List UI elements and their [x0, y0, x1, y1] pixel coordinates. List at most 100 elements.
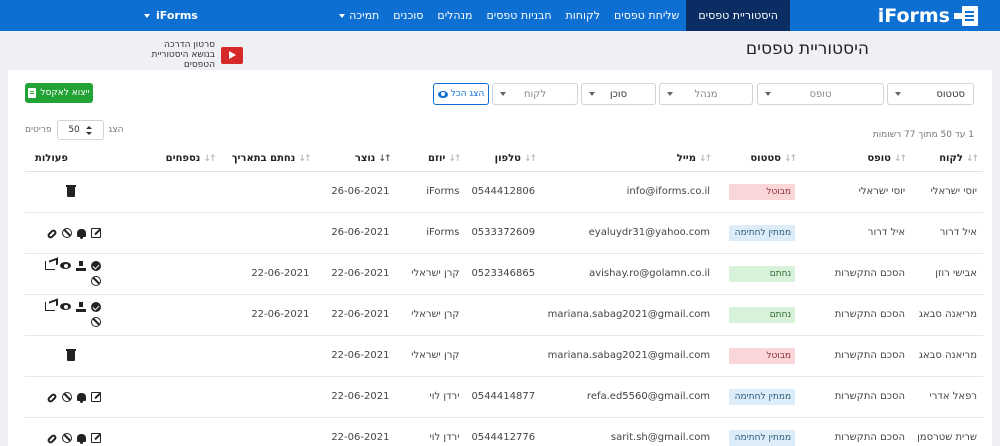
cancel-icon[interactable] — [62, 432, 72, 443]
col-signed-date[interactable]: ↑↓נחתם בתאריך — [220, 146, 316, 172]
manager-filter[interactable]: מנהל — [659, 83, 753, 105]
col-initiator[interactable]: ↑↓יוזם — [395, 146, 466, 172]
check-circle-icon[interactable] — [91, 302, 101, 312]
show-all-button[interactable]: הצג הכל — [433, 83, 489, 105]
view-icon[interactable] — [60, 262, 71, 269]
table-row: יוסי ישראלי יוסי ישראלי מבוטל info@iforms.c… — [25, 170, 983, 212]
agent-filter[interactable]: סוכן — [581, 83, 656, 105]
cell-status: נחתם — [716, 293, 802, 335]
delete-icon[interactable] — [66, 348, 76, 361]
cell-client: שרית שטרסמן — [911, 416, 983, 446]
status-badge: מבוטל — [729, 183, 796, 200]
edit-icon[interactable] — [91, 432, 101, 443]
col-status[interactable]: ↑↓סטטוס — [716, 146, 802, 172]
cell-client: מריאנה סבאג — [911, 334, 983, 376]
sort-icon: ↑↓ — [298, 153, 311, 164]
brand[interactable]: iForms — [790, 0, 1000, 31]
export-excel-button[interactable]: ייצוא לאקסל — [25, 83, 93, 103]
cell-signed-date — [220, 170, 316, 212]
table-header-row: ↑↓לקוח ↑↓טופס ↑↓סטטוס ↑↓מייל ↑↓טלפון ↑↓י… — [25, 146, 983, 172]
cell-phone: 0544412776 — [465, 416, 542, 446]
share-icon[interactable] — [45, 302, 55, 311]
history-table: ↑↓לקוח ↑↓טופס ↑↓סטטוס ↑↓מייל ↑↓טלפון ↑↓י… — [25, 146, 983, 446]
nav-item-send-forms[interactable]: שליחת טפסים — [607, 0, 686, 31]
status-badge: נחתם — [729, 306, 796, 323]
cell-status: נחתם — [716, 252, 802, 294]
reminder-bell-icon[interactable] — [77, 434, 86, 445]
cell-attachments — [150, 334, 221, 376]
cell-email: mariana.sabag2021@gmail.com — [541, 334, 717, 376]
chevron-down-icon — [589, 92, 595, 96]
nav-item-managers[interactable]: מנהלים — [430, 0, 479, 31]
page-title: היסטוריית טפסים — [745, 39, 869, 59]
view-icon[interactable] — [60, 303, 71, 310]
cell-initiator: iForms — [395, 170, 466, 212]
cell-email: info@iforms.co.il — [541, 170, 717, 212]
page-size-value: 50 — [68, 125, 80, 135]
link-icon[interactable] — [46, 227, 58, 240]
sort-icon: ↑↓ — [203, 153, 216, 164]
check-circle-icon[interactable] — [91, 261, 101, 271]
table-row: מריאנה סבאג הסכם התקשרות נחתם mariana.sabag… — [25, 293, 983, 335]
cancel-icon[interactable] — [62, 391, 72, 402]
download-icon[interactable] — [76, 302, 86, 312]
download-icon[interactable] — [76, 261, 86, 271]
link-icon[interactable] — [46, 391, 58, 404]
status-filter[interactable]: סטטוס — [887, 83, 974, 105]
cell-signed-date — [220, 416, 316, 446]
cell-initiator: ירדן לוי — [395, 416, 466, 446]
cell-form: הסכם התקשרות — [801, 252, 912, 294]
tutorial-video-link[interactable]: סרטון הדרכה בנושא היסטוריית הטפסים — [140, 40, 243, 70]
youtube-play-icon — [221, 46, 243, 64]
cell-client: יוסי ישראלי — [911, 170, 983, 212]
export-excel-label: ייצוא לאקסל — [40, 88, 90, 98]
chevron-down-icon — [765, 92, 771, 96]
chevron-down-icon — [339, 13, 346, 18]
edit-icon[interactable] — [91, 391, 101, 402]
cell-attachments — [150, 252, 221, 294]
delete-icon[interactable] — [66, 184, 76, 197]
cell-email: eyaluydr31@yahoo.com — [541, 211, 717, 253]
nav-item-clients[interactable]: לקוחות — [559, 0, 607, 31]
form-filter[interactable]: טופס — [757, 83, 884, 105]
col-client[interactable]: ↑↓לקוח — [911, 146, 983, 172]
status-filter-label: סטטוס — [936, 88, 965, 100]
cell-initiator: ירדן לוי — [395, 375, 466, 417]
nav-item-support[interactable]: תמיכה — [332, 0, 386, 31]
cell-attachments — [150, 211, 221, 253]
nav-item-agents[interactable]: סוכנים — [386, 0, 430, 31]
table-row: שרית שטרסמן הסכם התקשרות ממתין לחתימה sarit… — [25, 416, 983, 446]
link-icon[interactable] — [46, 433, 58, 445]
share-icon[interactable] — [45, 261, 55, 270]
tutorial-text: סרטון הדרכה בנושא היסטוריית הטפסים — [151, 40, 215, 70]
show-all-label: הצג הכל — [450, 89, 485, 99]
page-size-select[interactable]: 50 — [56, 120, 104, 140]
col-phone[interactable]: ↑↓טלפון — [465, 146, 542, 172]
table-row: רפאל אדרי הסכם התקשרות ממתין לחתימה refa.ed… — [25, 375, 983, 417]
col-email[interactable]: ↑↓מייל — [541, 146, 717, 172]
reminder-bell-icon[interactable] — [77, 393, 86, 403]
cell-client: רפאל אדרי — [911, 375, 983, 417]
brand-name: iForms — [877, 4, 950, 27]
cancel-icon[interactable] — [91, 276, 101, 286]
cell-signed-date: 22-06-2021 — [220, 252, 316, 294]
cancel-icon[interactable] — [91, 317, 101, 327]
client-filter[interactable]: לקוח — [492, 83, 578, 105]
chevron-down-icon — [895, 92, 901, 96]
nav-support-label: תמיכה — [349, 9, 380, 22]
col-form[interactable]: ↑↓טופס — [801, 146, 912, 172]
account-menu[interactable]: iForms — [0, 0, 198, 31]
nav-item-form-history[interactable]: היסטוריית טפסים — [686, 0, 790, 31]
cancel-icon[interactable] — [62, 227, 72, 238]
cell-phone: 0533372609 — [465, 211, 542, 253]
col-created[interactable]: ↑↓נוצר — [315, 146, 396, 172]
nav-item-form-templates[interactable]: חבניות טפסים — [479, 0, 558, 31]
cell-attachments — [150, 375, 221, 417]
cell-phone — [465, 334, 542, 376]
edit-icon[interactable] — [91, 227, 101, 238]
show-label: הצג — [108, 125, 124, 135]
col-attachments[interactable]: ↑↓נספחים — [150, 146, 221, 172]
status-badge: ממתין לחתימה — [729, 429, 796, 446]
cell-attachments — [150, 293, 221, 335]
reminder-bell-icon[interactable] — [77, 229, 86, 239]
